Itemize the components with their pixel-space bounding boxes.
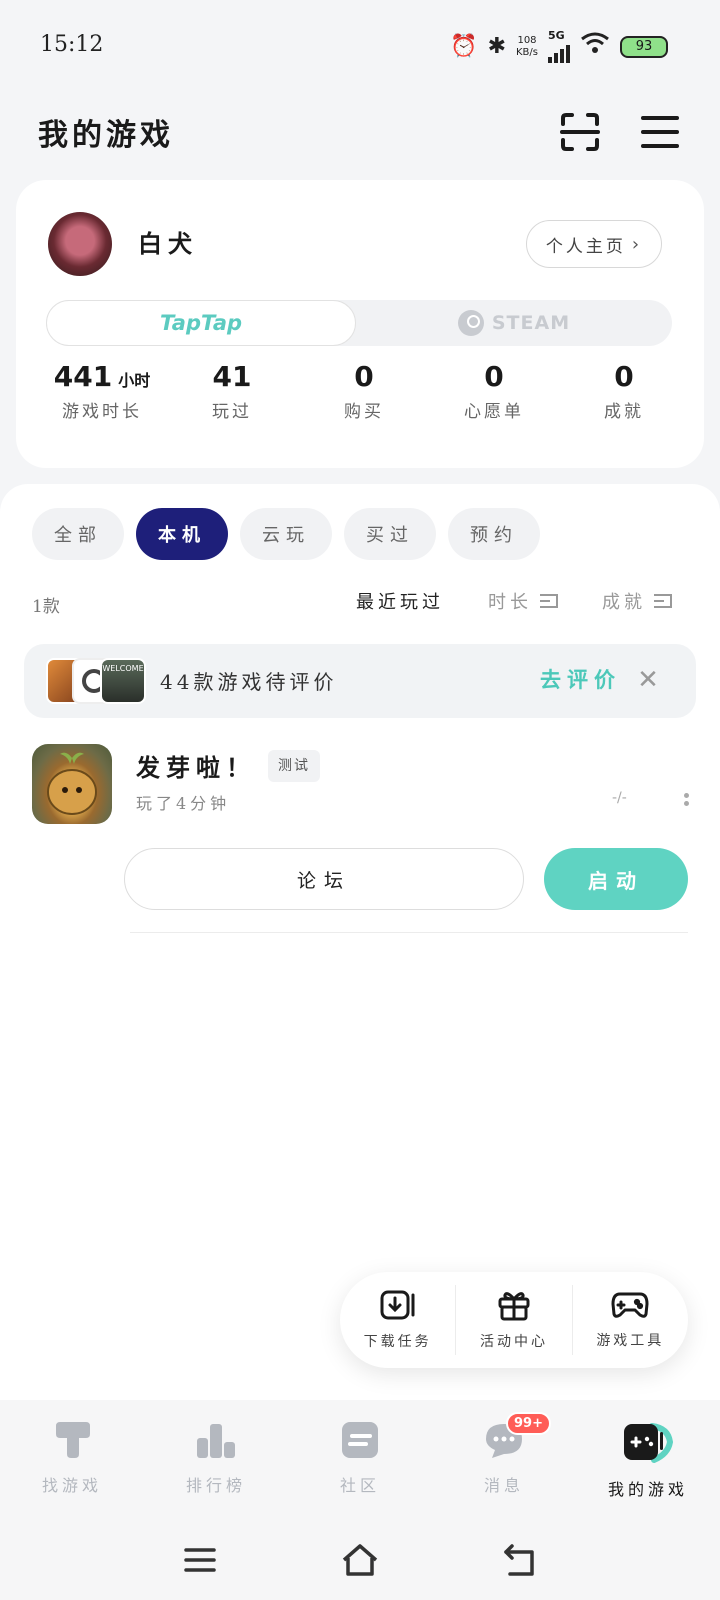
tool-activity-center[interactable]: 活动中心 — [455, 1285, 571, 1355]
game-icon[interactable] — [32, 744, 112, 824]
game-playtime: 玩了4分钟 — [136, 794, 231, 813]
stat-wishlist[interactable]: 0 心愿单 — [424, 360, 564, 422]
status-time: 15:12 — [40, 32, 104, 57]
game-count: 1款 — [32, 597, 60, 617]
home-icon[interactable] — [340, 1540, 380, 1580]
bluetooth-icon: ✱ — [487, 33, 506, 59]
back-icon[interactable] — [500, 1540, 540, 1580]
tool-panel: 下载任务 活动中心 游戏工具 — [340, 1272, 688, 1368]
sort-options: 最近玩过 时长 成就 — [356, 588, 672, 614]
nav-community[interactable]: 社区 — [288, 1400, 432, 1520]
tool-game-tools[interactable]: 游戏工具 — [571, 1285, 688, 1355]
stats-row: 441 小时 游戏时长 41 玩过 0 购买 0 心愿单 0 成就 — [16, 360, 704, 430]
my-games-icon — [622, 1420, 674, 1468]
chevron-right-icon: › — [631, 233, 643, 255]
community-icon — [340, 1420, 380, 1464]
game-rating: -/- — [612, 790, 627, 806]
game-title[interactable]: 发芽啦！ — [136, 748, 256, 783]
review-pending-text: 44款游戏待评价 — [160, 670, 338, 694]
filter-chips: 全部 本机 云玩 买过 预约 — [32, 508, 540, 560]
stat-played[interactable]: 41 玩过 — [162, 360, 302, 422]
battery-indicator: 93 — [620, 35, 668, 58]
stat-achievements[interactable]: 0 成就 — [554, 360, 694, 422]
profile-homepage-button[interactable]: 个人主页 › — [526, 220, 662, 268]
sort-icon — [654, 594, 672, 608]
games-sheet: 全部 本机 云玩 买过 预约 1款 最近玩过 时长 成就 WELCOME 44款… — [0, 484, 720, 1400]
nav-find-games[interactable]: 找游戏 — [0, 1400, 144, 1520]
download-icon — [380, 1289, 416, 1325]
forum-button[interactable]: 论坛 — [124, 848, 524, 910]
steam-logo-icon — [457, 310, 484, 336]
sort-duration[interactable]: 时长 — [488, 588, 558, 614]
gamepad-icon — [611, 1290, 649, 1324]
wifi-icon — [580, 31, 610, 63]
net-speed: 108 KB/s — [516, 34, 538, 58]
hamburger-menu-icon[interactable] — [640, 112, 680, 152]
filter-chip-cloud[interactable]: 云玩 — [240, 508, 332, 560]
avatar[interactable] — [48, 212, 112, 276]
filter-chip-bought[interactable]: 买过 — [344, 508, 436, 560]
stat-purchased[interactable]: 0 购买 — [294, 360, 434, 422]
tool-download-tasks[interactable]: 下载任务 — [340, 1285, 455, 1355]
platform-tab-steam[interactable]: STEAM — [356, 300, 672, 346]
sort-icon — [540, 594, 558, 608]
unread-badge: 99+ — [506, 1412, 551, 1435]
review-thumbnails: WELCOME — [46, 658, 146, 704]
sort-recent[interactable]: 最近玩过 — [356, 588, 444, 614]
scan-icon[interactable] — [560, 112, 600, 152]
username: 白犬 — [138, 229, 198, 258]
page-title: 我的游戏 — [38, 118, 174, 153]
platform-switch: TapTap STEAM — [46, 300, 672, 346]
review-banner[interactable]: WELCOME 44款游戏待评价 去评价 ✕ — [24, 644, 696, 718]
status-icons: ⏰ ✱ 108 KB/s 5G 93 — [450, 30, 668, 63]
sort-achievement[interactable]: 成就 — [602, 588, 672, 614]
nav-ranking[interactable]: 排行榜 — [144, 1400, 288, 1520]
nav-my-games[interactable]: 我的游戏 — [576, 1400, 720, 1520]
bottom-nav: 找游戏 排行榜 社区 99+ 消息 我的游戏 — [0, 1400, 720, 1520]
ranking-icon — [195, 1420, 237, 1464]
go-review-link[interactable]: 去评价 — [540, 664, 621, 694]
platform-tab-taptap[interactable]: TapTap — [46, 300, 356, 346]
launch-button[interactable]: 启动 — [544, 848, 688, 910]
game-thumbnail: WELCOME — [100, 658, 146, 704]
stat-playtime[interactable]: 441 小时 游戏时长 — [32, 360, 172, 422]
close-icon[interactable]: ✕ — [632, 664, 664, 696]
divider — [130, 932, 688, 933]
filter-chip-local[interactable]: 本机 — [136, 508, 228, 560]
profile-card: 白犬 个人主页 › TapTap STEAM 441 小时 游戏时长 41 玩过 … — [16, 180, 704, 468]
taptap-logo-icon — [52, 1420, 92, 1464]
signal-icon: 5G — [548, 30, 570, 63]
more-options-icon[interactable] — [676, 790, 696, 814]
alarm-icon: ⏰ — [450, 33, 478, 59]
gift-icon — [497, 1289, 531, 1325]
filter-chip-reserved[interactable]: 预约 — [448, 508, 540, 560]
game-test-tag: 测试 — [268, 750, 320, 782]
filter-chip-all[interactable]: 全部 — [32, 508, 124, 560]
nav-messages[interactable]: 99+ 消息 — [432, 1400, 576, 1520]
system-nav-bar — [0, 1520, 720, 1600]
recent-apps-icon[interactable] — [180, 1540, 220, 1580]
